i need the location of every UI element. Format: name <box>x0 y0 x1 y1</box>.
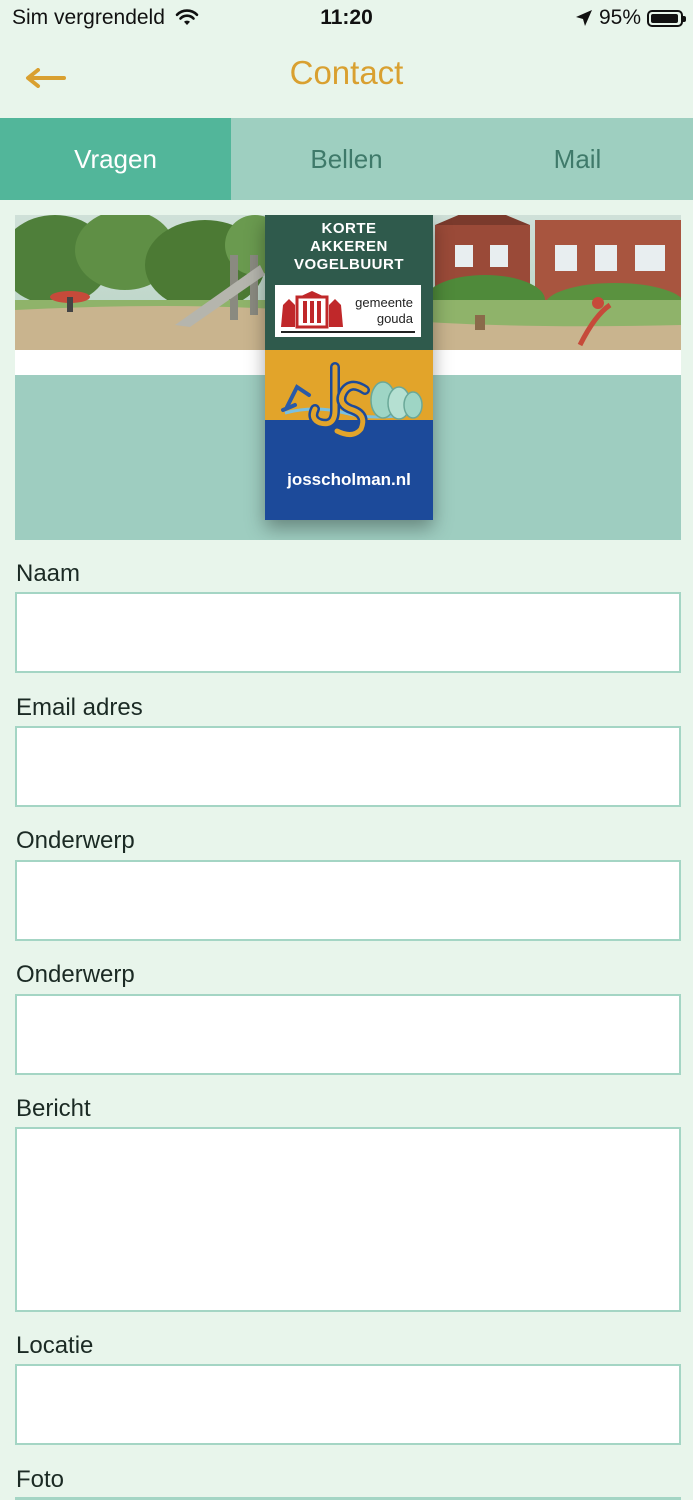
battery-icon <box>647 9 686 27</box>
onderwerp-2-label: Onderwerp <box>16 961 135 988</box>
bericht-textarea[interactable] <box>15 1127 681 1312</box>
tab-bellen[interactable]: Bellen <box>231 118 462 200</box>
email-label: Email adres <box>16 694 143 721</box>
onderwerp-2-input[interactable] <box>15 994 681 1075</box>
gouda-underline <box>281 331 415 333</box>
logo-title-line-1: KORTE <box>321 220 377 237</box>
logo-title: KORTE AKKEREN VOGELBUURT <box>265 220 433 274</box>
gouda-line-2: gouda <box>376 311 413 326</box>
logo-title-line-3: VOGELBUURT <box>294 256 404 273</box>
email-input[interactable] <box>15 726 681 807</box>
onderwerp-label: Onderwerp <box>16 827 135 854</box>
naam-input[interactable] <box>15 592 681 673</box>
gouda-crest-icon <box>281 291 343 329</box>
tab-vragen[interactable]: Vragen <box>0 118 231 200</box>
status-right: 95% <box>575 6 686 30</box>
foto-label: Foto <box>16 1466 65 1493</box>
scholman-emblem-icon <box>281 362 423 440</box>
tab-bar: Vragen Bellen Mail <box>0 118 693 200</box>
gemeente-gouda-logo: gemeente gouda <box>275 285 421 337</box>
logo-title-line-2: AKKEREN <box>310 238 388 255</box>
tab-mail[interactable]: Mail <box>462 118 693 200</box>
logo-top-panel: KORTE AKKEREN VOGELBUURT gemeente gouda <box>265 215 433 350</box>
battery-percent: 95% <box>598 6 641 29</box>
status-bar: Sim vergrendeld 11:20 95% <box>0 0 693 40</box>
naam-label: Naam <box>16 560 81 587</box>
locatie-input[interactable] <box>15 1364 681 1445</box>
location-arrow-icon <box>575 10 592 26</box>
page-title: Contact <box>289 54 404 91</box>
onderwerp-input[interactable] <box>15 860 681 941</box>
banner-image: KORTE AKKEREN VOGELBUURT gemeente gouda <box>15 215 681 540</box>
locatie-label: Locatie <box>16 1332 94 1359</box>
bericht-label: Bericht <box>16 1095 91 1122</box>
nav-bar: Contact <box>0 40 693 118</box>
project-logo: KORTE AKKEREN VOGELBUURT gemeente gouda <box>265 215 433 520</box>
battery-level <box>651 13 678 23</box>
gouda-line-1: gemeente <box>355 295 413 310</box>
logo-url: josscholman.nl <box>287 470 411 489</box>
gouda-text: gemeente gouda <box>355 295 413 327</box>
